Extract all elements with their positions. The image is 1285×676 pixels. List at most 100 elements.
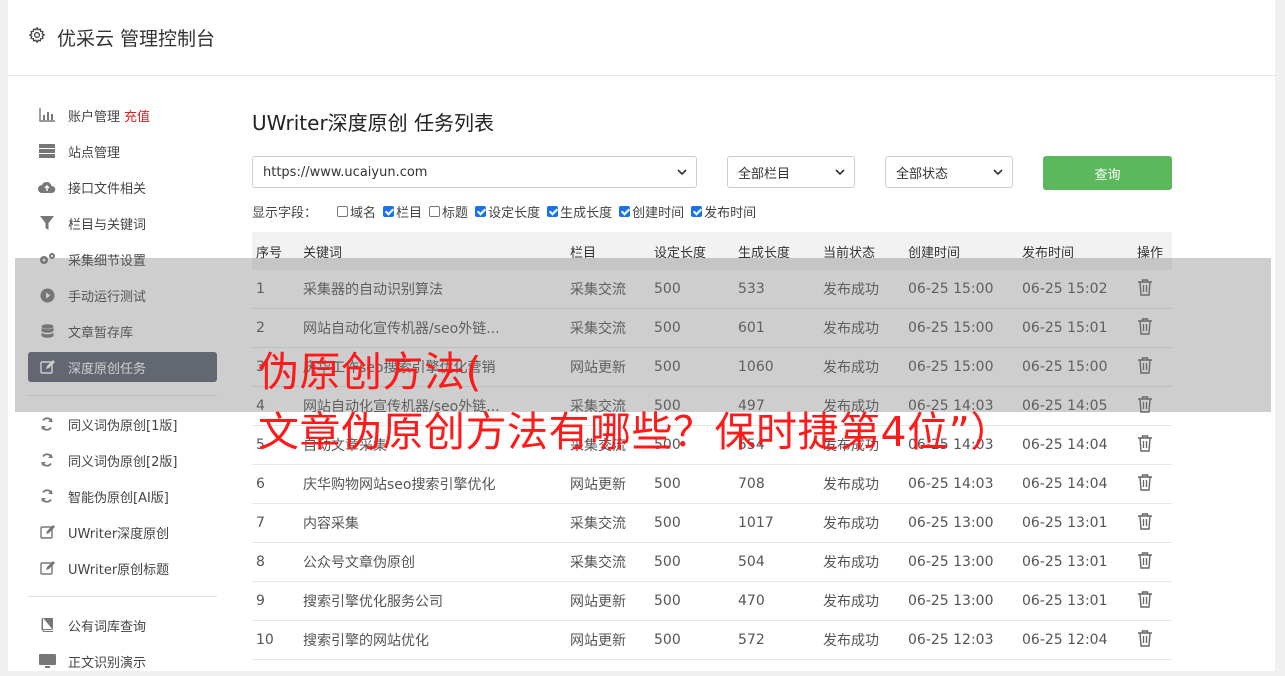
edit-icon xyxy=(38,523,56,541)
chevron-down-icon xyxy=(677,169,687,176)
app-header: 优采云 管理控制台 xyxy=(8,0,1275,76)
sidebar-item-text-recognition[interactable]: 正文识别演示 xyxy=(28,646,217,676)
site-select[interactable]: https://www.ucaiyun.com xyxy=(252,156,697,188)
server-icon xyxy=(38,142,56,160)
checkbox[interactable] xyxy=(475,206,487,217)
table-row: 6 庆华购物网站seo搜索引擎优化 网站更新 500 708 发布成功 06-25 14:0… xyxy=(252,464,1172,504)
display-fields: 显示字段： 域名 栏目 标题 设定长度 生成长度 创建时间 发布时间 xyxy=(252,202,763,221)
query-button[interactable]: 查询 xyxy=(1043,156,1172,190)
sidebar-item-label: 栏目与关键词 xyxy=(68,217,147,233)
display-fields-label: 显示字段： xyxy=(252,206,318,221)
row-published: 06-25 13:01 xyxy=(1018,581,1133,621)
field-checkbox-domain[interactable]: 域名 xyxy=(337,202,376,221)
row-keyword: 公众号文章伪原创 xyxy=(299,542,566,582)
checkbox-label: 创建时间 xyxy=(632,206,685,221)
row-set-length: 500 xyxy=(650,620,734,660)
field-checkbox-column[interactable]: 栏目 xyxy=(383,202,422,221)
column-select-value: 全部栏目 xyxy=(738,166,791,182)
trash-icon[interactable] xyxy=(1137,434,1153,452)
checkbox-label: 发布时间 xyxy=(704,206,757,221)
row-column: 网站更新 xyxy=(566,464,650,504)
row-column: 采集交流 xyxy=(566,503,650,543)
row-keyword: 庆华购物网站seo搜索引擎优化 xyxy=(299,464,566,504)
sidebar-item-sites[interactable]: 站点管理 xyxy=(28,136,217,166)
checkbox-label: 设定长度 xyxy=(488,206,541,221)
checkbox[interactable] xyxy=(619,206,631,217)
row-actions xyxy=(1133,503,1172,543)
row-column: 网站更新 xyxy=(566,581,650,621)
row-gen-length: 470 xyxy=(734,581,819,621)
refresh-icon xyxy=(38,487,56,505)
row-gen-length: 1017 xyxy=(734,503,819,543)
trash-icon[interactable] xyxy=(1137,590,1153,608)
trash-icon[interactable] xyxy=(1137,551,1153,569)
row-column: 采集交流 xyxy=(566,542,650,582)
trash-icon[interactable] xyxy=(1137,473,1153,491)
sidebar-item-uwriter-title[interactable]: UWriter原创标题 xyxy=(28,553,217,583)
row-status: 发布成功 xyxy=(819,581,904,621)
row-published: 06-25 14:04 xyxy=(1018,464,1133,504)
sidebar-item-interface-files[interactable]: 接口文件相关 xyxy=(28,172,217,202)
sidebar-item-label: 公有词库查询 xyxy=(68,619,147,635)
row-index: 10 xyxy=(252,620,299,660)
book-icon xyxy=(38,616,56,634)
checkbox[interactable] xyxy=(547,206,559,217)
row-actions xyxy=(1133,620,1172,660)
checkbox[interactable] xyxy=(337,206,349,217)
row-index: 7 xyxy=(252,503,299,543)
row-keyword: 内容采集 xyxy=(299,503,566,543)
row-created: 06-25 13:00 xyxy=(904,503,1018,543)
checkbox[interactable] xyxy=(429,206,441,217)
field-checkbox-title[interactable]: 标题 xyxy=(429,202,468,221)
sidebar-item-label: 同义词伪原创[1版] xyxy=(68,418,178,434)
refresh-icon xyxy=(38,415,56,433)
field-checkbox-created[interactable]: 创建时间 xyxy=(619,202,684,221)
gear-icon xyxy=(28,26,46,44)
status-select[interactable]: 全部状态 xyxy=(885,156,1013,188)
checkbox-label: 生成长度 xyxy=(560,206,613,221)
row-created: 06-25 13:00 xyxy=(904,542,1018,582)
sidebar-item-synonym-v2[interactable]: 同义词伪原创[2版] xyxy=(28,445,217,475)
table-row: 9 搜索引擎优化服务公司 网站更新 500 470 发布成功 06-25 13:00 06-2… xyxy=(252,581,1172,621)
checkbox[interactable] xyxy=(691,206,703,217)
sidebar-item-account[interactable]: 账户管理 充值 xyxy=(28,100,217,130)
column-select[interactable]: 全部栏目 xyxy=(727,156,855,188)
row-index: 6 xyxy=(252,464,299,504)
sidebar-item-synonym-v1[interactable]: 同义词伪原创[1版] xyxy=(28,409,217,439)
overlay-title-line-2: 文章伪原创方法有哪些？保时捷第4位”） xyxy=(258,408,1012,456)
field-checkbox-published[interactable]: 发布时间 xyxy=(691,202,756,221)
recharge-badge[interactable]: 充值 xyxy=(124,106,150,125)
checkbox-label: 栏目 xyxy=(396,206,423,221)
checkbox-label: 域名 xyxy=(350,206,377,221)
sidebar-item-ai-rewrite[interactable]: 智能伪原创[AI版] xyxy=(28,481,217,511)
sidebar-item-public-lexicon[interactable]: 公有词库查询 xyxy=(28,610,217,640)
row-created: 06-25 13:00 xyxy=(904,581,1018,621)
overlay-title-line-1: 伪原创方法( xyxy=(258,348,482,396)
row-gen-length: 572 xyxy=(734,620,819,660)
field-checkbox-gen-length[interactable]: 生成长度 xyxy=(547,202,612,221)
row-keyword: 搜索引擎优化服务公司 xyxy=(299,581,566,621)
checkbox[interactable] xyxy=(383,206,395,217)
sidebar-item-uwriter-deep[interactable]: UWriter深度原创 xyxy=(28,517,217,547)
app-title: 优采云 管理控制台 xyxy=(57,28,216,50)
sidebar-item-label: UWriter深度原创 xyxy=(68,526,170,542)
refresh-icon xyxy=(38,451,56,469)
row-gen-length: 504 xyxy=(734,542,819,582)
row-status: 发布成功 xyxy=(819,503,904,543)
trash-icon[interactable] xyxy=(1137,512,1153,530)
row-index: 9 xyxy=(252,581,299,621)
row-set-length: 500 xyxy=(650,542,734,582)
sidebar-item-columns-keywords[interactable]: 栏目与关键词 xyxy=(28,208,217,238)
sidebar-item-label: 接口文件相关 xyxy=(68,181,147,197)
trash-icon[interactable] xyxy=(1137,629,1153,647)
field-checkbox-set-length[interactable]: 设定长度 xyxy=(475,202,540,221)
row-keyword: 搜索引擎的网站优化 xyxy=(299,620,566,660)
table-row: 7 内容采集 采集交流 500 1017 发布成功 06-25 13:00 06-25 13:… xyxy=(252,503,1172,543)
chevron-down-icon xyxy=(993,169,1003,176)
sidebar-item-label: 正文识别演示 xyxy=(68,655,147,671)
row-published: 06-25 13:01 xyxy=(1018,503,1133,543)
row-gen-length: 708 xyxy=(734,464,819,504)
row-actions xyxy=(1133,581,1172,621)
row-actions xyxy=(1133,464,1172,504)
row-published: 06-25 14:04 xyxy=(1018,425,1133,465)
